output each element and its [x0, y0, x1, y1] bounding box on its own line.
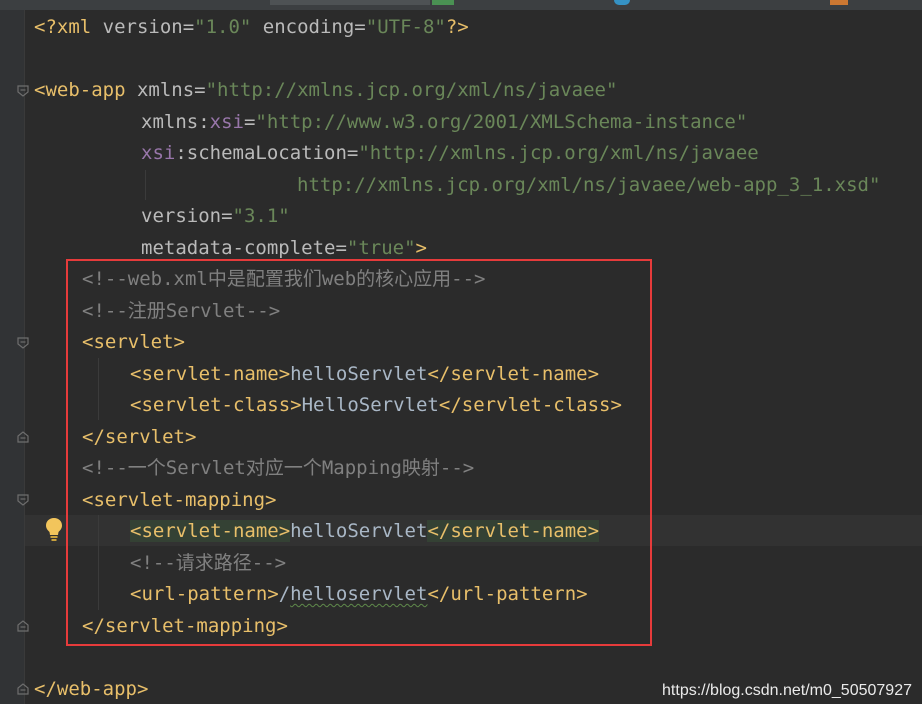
xsi-namespace: xsi — [141, 142, 176, 164]
mapping-name-open-tag: <servlet-name> — [130, 520, 291, 542]
code-line-servlet-name[interactable]: <servlet-name>helloServlet</servlet-name… — [130, 359, 599, 389]
code-line-webapp-close[interactable]: </web-app> — [34, 674, 148, 704]
code-line-servlet-open[interactable]: <servlet> — [82, 327, 185, 357]
code-line-mapping-open[interactable]: <servlet-mapping> — [82, 485, 276, 515]
version-value: "3.1" — [232, 205, 290, 227]
indent-guide — [145, 170, 146, 200]
metadata-complete-attribute: metadata-complete= — [141, 237, 347, 259]
encoding-attribute: encoding= — [251, 16, 366, 38]
encoding-value: "UTF-8" — [365, 16, 446, 38]
fold-marker-icon[interactable] — [17, 620, 29, 632]
code-line-mapping-close[interactable]: </servlet-mapping> — [82, 611, 288, 641]
mapping-name-close-tag: </servlet-name> — [427, 520, 600, 542]
gutter-divider — [24, 10, 25, 704]
code-line-schema-location-cont[interactable]: http://xmlns.jcp.org/xml/ns/javaee/web-a… — [297, 170, 880, 200]
servlet-class-close-tag: </servlet-class> — [438, 394, 622, 416]
url-pattern-close-tag: </url-pattern> — [427, 583, 588, 605]
xmlns-value: "http://xmlns.jcp.org/xml/ns/javaee" — [205, 79, 618, 101]
servlet-class-text: HelloServlet — [301, 394, 439, 416]
fold-marker-icon[interactable] — [17, 85, 29, 97]
editor-tab-bar[interactable] — [0, 0, 922, 10]
code-line-version[interactable]: version="3.1" — [141, 201, 290, 231]
code-line-servlet-close[interactable]: </servlet> — [82, 422, 196, 452]
version-attribute: version= — [91, 16, 195, 38]
code-line-comment-path[interactable]: <!--请求路径--> — [130, 548, 286, 578]
url-pattern-text: helloservlet — [290, 583, 428, 605]
watermark-text: https://blog.csdn.net/m0_50507927 — [662, 682, 912, 699]
indent-guide — [98, 358, 99, 420]
code-line-comment-core[interactable]: <!--web.xml中是配置我们web的核心应用--> — [82, 264, 485, 294]
metadata-complete-value: "true" — [346, 237, 416, 259]
servlet-name-text: helloServlet — [290, 363, 428, 385]
xml-decl-close: ?> — [445, 16, 469, 38]
tab-file-icon[interactable] — [432, 0, 454, 5]
url-pattern-open-tag: <url-pattern> — [130, 583, 279, 605]
code-line-url-pattern[interactable]: <url-pattern>/helloservlet</url-pattern> — [130, 579, 588, 609]
fold-marker-icon[interactable] — [17, 494, 29, 506]
code-line-comment-mapping[interactable]: <!--一个Servlet对应一个Mapping映射--> — [82, 453, 474, 483]
xsi-namespace: xsi — [209, 111, 244, 133]
code-line-webapp-open[interactable]: <web-app xmlns="http://xmlns.jcp.org/xml… — [34, 75, 617, 105]
code-line-schema-location[interactable]: xsi:schemaLocation="http://xmlns.jcp.org… — [141, 138, 759, 168]
schema-location-value-cont: http://xmlns.jcp.org/xml/ns/javaee/web-a… — [297, 174, 881, 196]
servlet-name-open-tag: <servlet-name> — [130, 363, 291, 385]
code-line-metadata-complete[interactable]: metadata-complete="true"> — [141, 233, 427, 263]
version-value: "1.0" — [194, 16, 252, 38]
lightbulb-icon[interactable] — [44, 516, 64, 542]
code-line-comment-register[interactable]: <!--注册Servlet--> — [82, 296, 280, 326]
equals-sign: = — [243, 111, 256, 133]
version-attribute: version= — [141, 205, 233, 227]
xmlns-attribute: xmlns= — [125, 79, 206, 101]
code-line-xmlns-xsi[interactable]: xmlns:xsi="http://www.w3.org/2001/XMLSch… — [141, 107, 747, 137]
fold-marker-icon[interactable] — [17, 337, 29, 349]
indent-guide — [98, 515, 99, 610]
code-line-servlet-class[interactable]: <servlet-class>HelloServlet</servlet-cla… — [130, 390, 622, 420]
tab-file-icon[interactable] — [614, 0, 630, 5]
schema-location-attribute: :schemaLocation= — [175, 142, 359, 164]
tab-file-icon[interactable] — [830, 0, 848, 5]
code-line-xml-declaration[interactable]: <?xml version="1.0" encoding="UTF-8"?> — [34, 12, 469, 42]
code-line-mapping-servlet-name[interactable]: <servlet-name>helloServlet</servlet-name… — [130, 516, 600, 546]
xmlns-prefix: xmlns: — [141, 111, 210, 133]
line-gutter[interactable] — [0, 10, 24, 704]
servlet-class-open-tag: <servlet-class> — [130, 394, 302, 416]
servlet-name-close-tag: </servlet-name> — [427, 363, 600, 385]
active-tab-indicator[interactable] — [270, 0, 430, 5]
fold-marker-icon[interactable] — [17, 431, 29, 443]
webapp-open-tag: <web-app — [34, 79, 126, 101]
code-editor[interactable]: <?xml version="1.0" encoding="UTF-8"?> <… — [0, 0, 922, 704]
schema-location-value: "http://xmlns.jcp.org/xml/ns/javaee — [358, 142, 759, 164]
xml-decl-open: <?xml — [34, 16, 92, 38]
fold-marker-icon[interactable] — [17, 683, 29, 695]
xmlns-xsi-value: "http://www.w3.org/2001/XMLSchema-instan… — [255, 111, 748, 133]
tag-close-bracket: > — [415, 237, 427, 259]
url-pattern-slash: / — [278, 583, 291, 605]
mapping-name-text: helloServlet — [290, 520, 428, 542]
